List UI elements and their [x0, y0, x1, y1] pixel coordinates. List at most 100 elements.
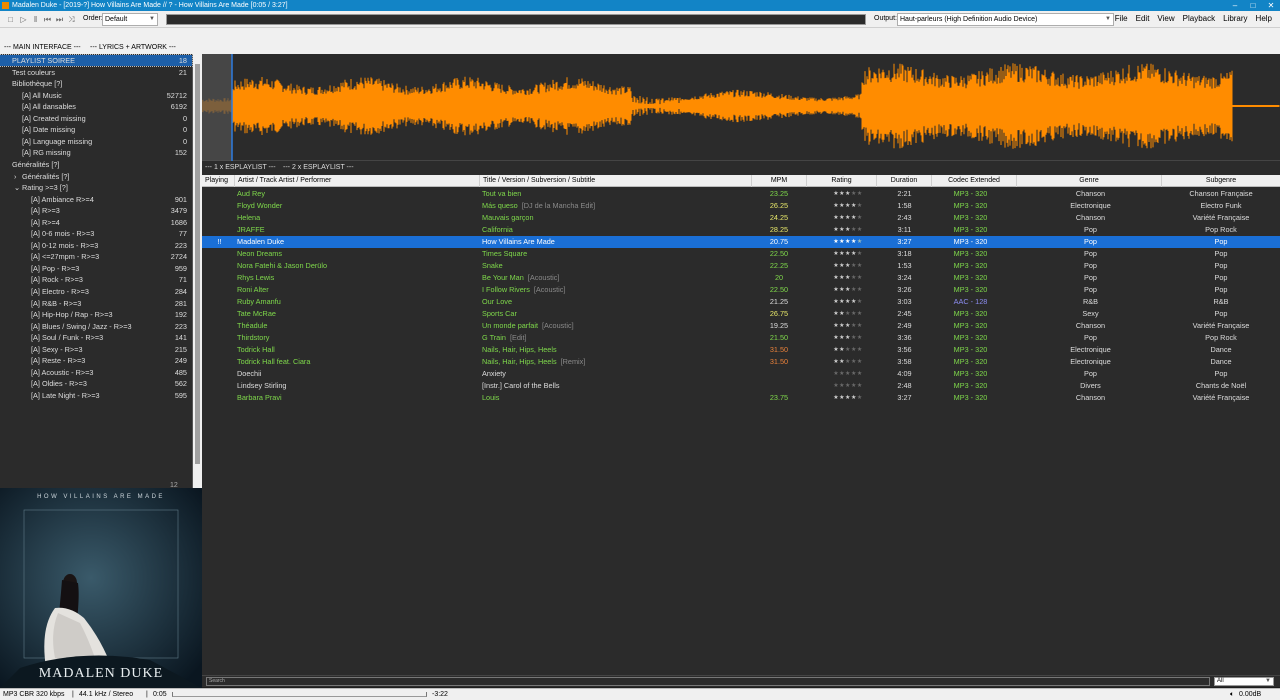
- tree-item[interactable]: [A] Sexy - R>=3 215: [0, 344, 192, 355]
- menu-edit[interactable]: Edit: [1136, 14, 1150, 23]
- menu-file[interactable]: File: [1115, 14, 1128, 23]
- tree-item[interactable]: [A] Date missing 0: [0, 124, 192, 135]
- star-empty-icon[interactable]: ★: [857, 359, 863, 365]
- track-rating[interactable]: ★★★★★: [809, 308, 887, 320]
- star-empty-icon[interactable]: ★: [857, 215, 863, 221]
- search-input[interactable]: Search: [206, 677, 1210, 686]
- table-row[interactable]: Todrick Hall feat. Ciara Nails, Hair, Hip…: [202, 356, 1280, 368]
- column-genre[interactable]: Genre: [1017, 175, 1162, 187]
- table-row[interactable]: Floyd Wonder Más queso [DJ de la Mancha Ed…: [202, 200, 1280, 212]
- chevron-right-icon[interactable]: ›: [14, 171, 16, 182]
- tree-item[interactable]: [A] <=27mpm - R>=3 2724: [0, 251, 192, 262]
- track-rating[interactable]: ★★★★★: [809, 392, 887, 404]
- tree-item[interactable]: [A] R&B - R>=3 281: [0, 298, 192, 309]
- table-row[interactable]: Todrick Hall Nails, Hair, Hips, Heels 31.5…: [202, 344, 1280, 356]
- previous-icon[interactable]: ⏮: [43, 15, 52, 24]
- tree-item[interactable]: [A] Ambiance R>=4 901: [0, 194, 192, 205]
- star-empty-icon[interactable]: ★: [857, 287, 863, 293]
- star-empty-icon[interactable]: ★: [857, 239, 863, 245]
- playlist-tree-scrollbar[interactable]: [193, 54, 202, 488]
- track-rating[interactable]: ★★★★★: [809, 320, 887, 332]
- tree-item[interactable]: [A] Reste - R>=3 249: [0, 355, 192, 366]
- status-seek-bar[interactable]: [172, 692, 427, 697]
- next-icon[interactable]: ⏭: [55, 15, 64, 24]
- play-icon[interactable]: ▷: [19, 15, 28, 24]
- star-empty-icon[interactable]: ★: [857, 251, 863, 257]
- track-rating[interactable]: ★★★★★: [809, 248, 887, 260]
- table-row[interactable]: Doechii Anxiety ★★★★★ 4:09 MP3 - 320 Pop Pop: [202, 368, 1280, 380]
- track-rating[interactable]: ★★★★★: [809, 344, 887, 356]
- star-empty-icon[interactable]: ★: [857, 227, 863, 233]
- tree-item[interactable]: [A] Oldies - R>=3 562: [0, 378, 192, 389]
- table-row[interactable]: Neon Dreams Times Square 22.50 ★★★★★ 3:18 MP3…: [202, 248, 1280, 260]
- table-row[interactable]: Théadule Un monde parfait [Acoustic] 19.25 ★…: [202, 320, 1280, 332]
- column-rating[interactable]: Rating: [807, 175, 877, 187]
- column-codec[interactable]: Codec Extended: [932, 175, 1017, 187]
- table-row[interactable]: Roni Alter I Follow Rivers [Acoustic] 22.50…: [202, 284, 1280, 296]
- track-rating[interactable]: ★★★★★: [809, 260, 887, 272]
- tree-item[interactable]: [A] 0-12 mois - R>=3 223: [0, 240, 192, 251]
- tree-item[interactable]: [A] Pop - R>=3 959: [0, 263, 192, 274]
- output-device-dropdown[interactable]: Haut-parleurs (High Definition Audio Dev…: [897, 13, 1114, 26]
- column-playing[interactable]: Playing: [202, 175, 235, 187]
- star-empty-icon[interactable]: ★: [857, 275, 863, 281]
- close-icon[interactable]: ✕: [1262, 0, 1280, 11]
- table-row[interactable]: Aud Rey Tout va bien 23.25 ★★★★★ 2:21 MP3 - 3…: [202, 188, 1280, 200]
- waveform-graph[interactable]: [201, 54, 1280, 161]
- menu-playback[interactable]: Playback: [1183, 14, 1215, 23]
- track-rating[interactable]: ★★★★★: [809, 284, 887, 296]
- star-empty-icon[interactable]: ★: [857, 299, 863, 305]
- tree-item[interactable]: [A] Blues / Swing / Jazz - R>=3 223: [0, 321, 192, 332]
- tree-item[interactable]: [A] RG missing 152: [0, 147, 192, 158]
- tree-item[interactable]: [A] All dansables 6192: [0, 101, 192, 112]
- table-row[interactable]: Thirdstory G Train [Edit] 21.50 ★★★★★ 3:36 MP3…: [202, 332, 1280, 344]
- track-rating[interactable]: ★★★★★: [809, 188, 887, 200]
- search-scope-dropdown[interactable]: All ▼: [1214, 677, 1274, 686]
- table-row[interactable]: Lindsey Stirling [Instr.] Carol of the Be…: [202, 380, 1280, 392]
- column-title[interactable]: Title / Version / Subversion / Subtitle: [480, 175, 752, 187]
- star-empty-icon[interactable]: ★: [857, 311, 863, 317]
- star-empty-icon[interactable]: ★: [857, 371, 863, 377]
- tree-item[interactable]: [A] Rock - R>=3 71: [0, 274, 192, 285]
- tab-esplaylist-1[interactable]: --- 1 x ESPLAYLIST ---: [205, 164, 276, 171]
- menu-view[interactable]: View: [1157, 14, 1174, 23]
- random-icon[interactable]: ⤨: [67, 15, 76, 24]
- tree-item[interactable]: [A] Soul / Funk - R>=3 141: [0, 332, 192, 343]
- chevron-down-icon[interactable]: ⌄: [14, 182, 20, 193]
- tree-item[interactable]: [A] R>=3 3479: [0, 205, 192, 216]
- star-empty-icon[interactable]: ★: [857, 191, 863, 197]
- tab-lyrics-artwork[interactable]: --- LYRICS + ARTWORK ---: [90, 44, 176, 51]
- star-empty-icon[interactable]: ★: [857, 203, 863, 209]
- waveform-seekbar[interactable]: [201, 54, 1280, 161]
- table-row[interactable]: !! Madalen Duke How Villains Are Made 20.75…: [202, 236, 1280, 248]
- order-dropdown[interactable]: Default ▼: [102, 13, 158, 26]
- tree-item[interactable]: ⌄ Rating >=3 [?]: [0, 182, 192, 193]
- table-row[interactable]: Tate McRae Sports Car 26.75 ★★★★★ 2:45 MP3 - …: [202, 308, 1280, 320]
- star-empty-icon[interactable]: ★: [857, 335, 863, 341]
- seek-bar[interactable]: [166, 14, 866, 25]
- pause-icon[interactable]: ‖: [31, 15, 40, 24]
- track-rating[interactable]: ★★★★★: [809, 356, 887, 368]
- table-row[interactable]: Helena Mauvais garçon 24.25 ★★★★★ 2:43 MP3 - …: [202, 212, 1280, 224]
- track-rating[interactable]: ★★★★★: [809, 272, 887, 284]
- tab-esplaylist-2[interactable]: --- 2 x ESPLAYLIST ---: [283, 164, 354, 171]
- column-duration[interactable]: Duration: [877, 175, 932, 187]
- star-empty-icon[interactable]: ★: [857, 395, 863, 401]
- track-rating[interactable]: ★★★★★: [809, 212, 887, 224]
- tree-item[interactable]: [A] Language missing 0: [0, 136, 192, 147]
- table-row[interactable]: Barbara Pravi Louis 23.75 ★★★★★ 3:27 MP3 - 32…: [202, 392, 1280, 404]
- tab-main-interface[interactable]: --- MAIN INTERFACE ---: [4, 44, 81, 51]
- tree-item[interactable]: [A] R>=4 1686: [0, 217, 192, 228]
- stop-icon[interactable]: □: [6, 15, 15, 24]
- star-empty-icon[interactable]: ★: [857, 347, 863, 353]
- column-subgenre[interactable]: Subgenre: [1162, 175, 1280, 187]
- tree-item[interactable]: [A] Late Night - R>=3 595: [0, 390, 192, 401]
- tree-item[interactable]: [A] Hip-Hop / Rap - R>=3 192: [0, 309, 192, 320]
- table-row[interactable]: Rhys Lewis Be Your Man [Acoustic] 20 ★★★★★ 3:…: [202, 272, 1280, 284]
- track-rating[interactable]: ★★★★★: [809, 236, 887, 248]
- tree-item[interactable]: [A] Acoustic - R>=3 485: [0, 367, 192, 378]
- column-artist[interactable]: Artist / Track Artist / Performer: [235, 175, 480, 187]
- track-rating[interactable]: ★★★★★: [809, 200, 887, 212]
- maximize-icon[interactable]: □: [1244, 0, 1262, 11]
- star-empty-icon[interactable]: ★: [857, 323, 863, 329]
